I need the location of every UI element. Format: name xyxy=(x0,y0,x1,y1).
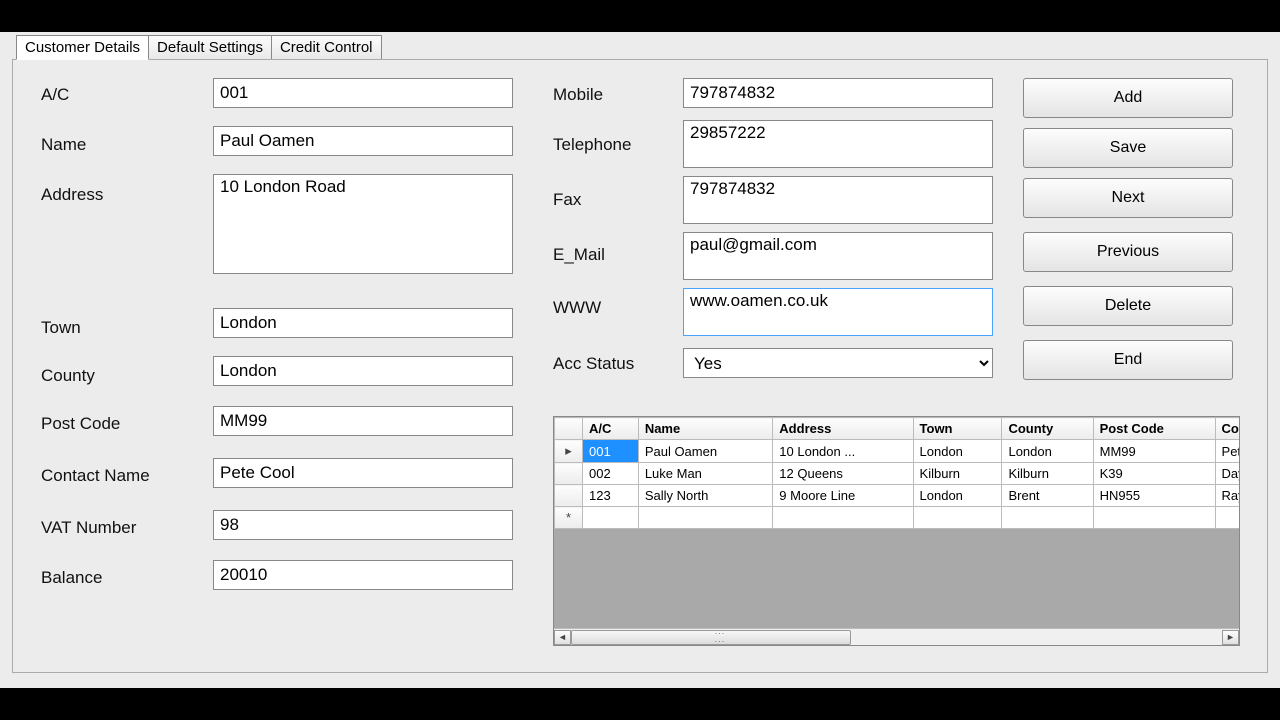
tab-customer-details[interactable]: Customer Details xyxy=(16,35,149,60)
grid-cell[interactable] xyxy=(638,507,772,529)
input-address[interactable]: 10 London Road xyxy=(213,174,513,274)
next-button[interactable]: Next xyxy=(1023,178,1233,218)
grid-cell[interactable]: 001 xyxy=(583,440,639,463)
input-mobile[interactable] xyxy=(683,78,993,108)
grid-cell[interactable] xyxy=(1215,507,1240,529)
grid-cell[interactable]: 002 xyxy=(583,463,639,485)
grid-cell[interactable]: London xyxy=(913,485,1002,507)
tab-body: A/C Name Address Town County Post Code C… xyxy=(12,59,1268,673)
grid-cell[interactable]: Pete Cool xyxy=(1215,440,1240,463)
input-telephone[interactable]: 29857222 xyxy=(683,120,993,168)
grid-cell[interactable] xyxy=(1002,507,1093,529)
grid-new-row[interactable]: * xyxy=(555,507,583,529)
grid-cell[interactable]: Sally North xyxy=(638,485,772,507)
input-www[interactable]: www.oamen.co.uk xyxy=(683,288,993,336)
grid-cell[interactable]: Luke Man xyxy=(638,463,772,485)
grid-cell[interactable] xyxy=(773,507,913,529)
label-balance: Balance xyxy=(41,568,102,588)
grid-cell[interactable]: London xyxy=(1002,440,1093,463)
input-postcode[interactable] xyxy=(213,406,513,436)
grid-cell[interactable]: K39 xyxy=(1093,463,1215,485)
label-telephone: Telephone xyxy=(553,135,631,155)
grid-scrollbar[interactable]: ◄ ► xyxy=(554,628,1239,645)
grid-cell[interactable] xyxy=(1093,507,1215,529)
input-contactname[interactable] xyxy=(213,458,513,488)
tab-strip: Customer Details Default Settings Credit… xyxy=(16,35,381,60)
label-email: E_Mail xyxy=(553,245,605,265)
grid-cell[interactable]: 12 Queens xyxy=(773,463,913,485)
input-ac[interactable] xyxy=(213,78,513,108)
label-address: Address xyxy=(41,185,103,205)
label-name: Name xyxy=(41,135,86,155)
grid-header[interactable]: Post Code xyxy=(1093,418,1215,440)
input-town[interactable] xyxy=(213,308,513,338)
app-window: Customer Details Default Settings Credit… xyxy=(0,32,1280,688)
input-balance[interactable] xyxy=(213,560,513,590)
grid-header[interactable]: Contact Name xyxy=(1215,418,1240,440)
input-name[interactable] xyxy=(213,126,513,156)
grid-cell[interactable]: Brent xyxy=(1002,485,1093,507)
label-fax: Fax xyxy=(553,190,581,210)
grid-cell[interactable]: Ray xyxy=(1215,485,1240,507)
add-button[interactable]: Add xyxy=(1023,78,1233,118)
grid-cell[interactable]: London xyxy=(913,440,1002,463)
grid-cell[interactable]: Paul Oamen xyxy=(638,440,772,463)
label-www: WWW xyxy=(553,298,601,318)
input-email[interactable]: paul@gmail.com xyxy=(683,232,993,280)
scroll-thumb[interactable] xyxy=(571,630,851,645)
grid-cell[interactable]: MM99 xyxy=(1093,440,1215,463)
label-ac: A/C xyxy=(41,85,69,105)
grid-cell[interactable]: Day Ton xyxy=(1215,463,1240,485)
label-vatnumber: VAT Number xyxy=(41,518,136,538)
label-contactname: Contact Name xyxy=(41,466,150,486)
grid-header[interactable]: County xyxy=(1002,418,1093,440)
grid-header[interactable]: Address xyxy=(773,418,913,440)
label-accstatus: Acc Status xyxy=(553,354,634,374)
data-grid[interactable]: A/CNameAddressTownCountyPost CodeContact… xyxy=(553,416,1240,646)
grid-cell[interactable]: 10 London ... xyxy=(773,440,913,463)
grid-row-selector[interactable] xyxy=(555,463,583,485)
grid-cell[interactable]: Kilburn xyxy=(1002,463,1093,485)
select-accstatus[interactable]: Yes xyxy=(683,348,993,378)
grid-header[interactable]: A/C xyxy=(583,418,639,440)
label-mobile: Mobile xyxy=(553,85,603,105)
save-button[interactable]: Save xyxy=(1023,128,1233,168)
scroll-left-icon[interactable]: ◄ xyxy=(554,630,571,645)
label-town: Town xyxy=(41,318,81,338)
grid-cell[interactable]: 9 Moore Line xyxy=(773,485,913,507)
grid-cell[interactable] xyxy=(583,507,639,529)
scroll-right-icon[interactable]: ► xyxy=(1222,630,1239,645)
input-vatnumber[interactable] xyxy=(213,510,513,540)
grid-row-selector[interactable] xyxy=(555,485,583,507)
previous-button[interactable]: Previous xyxy=(1023,232,1233,272)
label-postcode: Post Code xyxy=(41,414,120,434)
tab-credit-control[interactable]: Credit Control xyxy=(271,35,382,60)
grid-header[interactable]: Town xyxy=(913,418,1002,440)
grid-cell[interactable]: 123 xyxy=(583,485,639,507)
grid-cell[interactable] xyxy=(913,507,1002,529)
grid-cell[interactable]: Kilburn xyxy=(913,463,1002,485)
end-button[interactable]: End xyxy=(1023,340,1233,380)
input-fax[interactable]: 797874832 xyxy=(683,176,993,224)
grid-cell[interactable]: HN955 xyxy=(1093,485,1215,507)
label-county: County xyxy=(41,366,95,386)
input-county[interactable] xyxy=(213,356,513,386)
grid-header[interactable]: Name xyxy=(638,418,772,440)
grid-row-selector[interactable]: ▸ xyxy=(555,440,583,463)
tab-default-settings[interactable]: Default Settings xyxy=(148,35,272,60)
delete-button[interactable]: Delete xyxy=(1023,286,1233,326)
